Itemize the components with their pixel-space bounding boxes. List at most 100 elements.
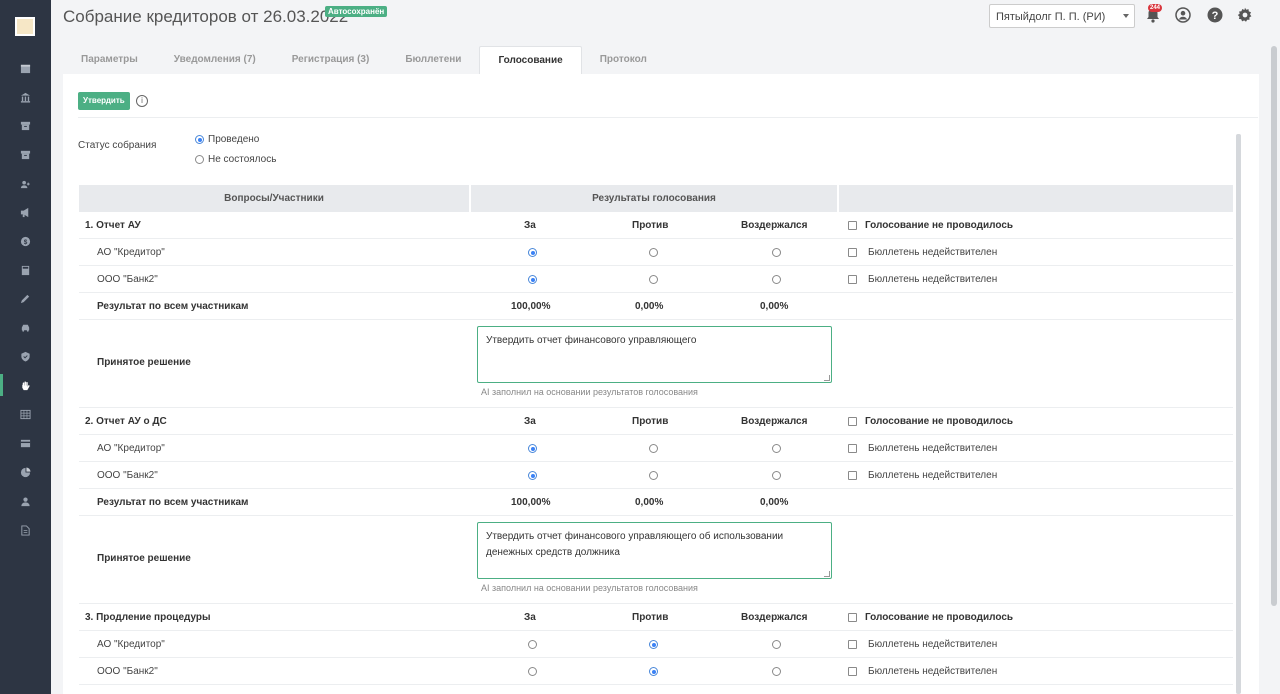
meeting-status-label: Статус собрания: [78, 140, 157, 151]
status-option-label: Проведено: [208, 134, 260, 145]
invalid-ballot-checkbox[interactable]: [848, 275, 857, 284]
vote-abstained-radio[interactable]: [772, 667, 781, 676]
voting-panel: Утвердить i Статус собрания Проведено Не…: [63, 74, 1259, 694]
user-select[interactable]: Пятыйдолг П. П. (РИ): [989, 4, 1135, 28]
vote-for-radio[interactable]: [528, 444, 537, 453]
header-questions: Вопросы/Участники: [79, 185, 469, 212]
total-against: 0,00%: [635, 497, 664, 508]
help-icon[interactable]: ?: [1207, 7, 1223, 23]
question-title: 2. Отчет АУ о ДС: [85, 416, 167, 427]
app-logo[interactable]: [15, 17, 35, 36]
document-icon[interactable]: [19, 524, 31, 536]
tab-4[interactable]: Голосование: [479, 46, 582, 75]
card-icon[interactable]: [19, 437, 31, 449]
car-icon[interactable]: [19, 321, 31, 333]
vote-header-for: За: [524, 220, 536, 231]
question-row: 1. Отчет АУ За Против Воздержался Голосовани…: [79, 212, 1233, 239]
approve-button[interactable]: Утвердить: [78, 92, 130, 110]
users-icon[interactable]: [19, 178, 31, 190]
user-icon[interactable]: [19, 495, 31, 507]
participant-name: ООО "Банк2": [97, 274, 158, 285]
vote-abstained-radio[interactable]: [772, 248, 781, 257]
not-held-label: Голосование не проводилось: [865, 416, 1014, 427]
decision-textarea[interactable]: Утвердить отчет финансового управляющего…: [477, 522, 832, 579]
archive-icon[interactable]: [19, 148, 31, 160]
participant-row: АО "Кредитор" Бюллетень недействителен: [79, 239, 1233, 266]
vote-header-for: За: [524, 416, 536, 427]
autosave-badge: Автосохранён: [325, 6, 388, 17]
vote-for-radio[interactable]: [528, 471, 537, 480]
invalid-ballot-label: Бюллетень недействителен: [868, 274, 998, 285]
vote-against-radio[interactable]: [649, 275, 658, 284]
invalid-ballot-label: Бюллетень недействителен: [868, 443, 998, 454]
invalid-ballot-checkbox[interactable]: [848, 640, 857, 649]
coin-icon[interactable]: $: [19, 235, 31, 247]
table-icon[interactable]: [19, 408, 31, 420]
radio-button[interactable]: [195, 155, 204, 164]
not-held-label: Голосование не проводилось: [865, 612, 1014, 623]
resize-handle[interactable]: [824, 571, 830, 577]
calculator-icon[interactable]: [19, 264, 31, 276]
participant-name: АО "Кредитор": [97, 639, 165, 650]
invalid-ballot-checkbox[interactable]: [848, 667, 857, 676]
vote-header-for: За: [524, 612, 536, 623]
decision-textarea[interactable]: Утвердить отчет финансового управляющего: [477, 326, 832, 383]
vote-against-radio[interactable]: [649, 667, 658, 676]
invalid-ballot-checkbox[interactable]: [848, 444, 857, 453]
total-against: 0,00%: [635, 301, 664, 312]
invalid-ballot-checkbox[interactable]: [848, 471, 857, 480]
radio-button[interactable]: [195, 135, 204, 144]
vote-against-radio[interactable]: [649, 471, 658, 480]
header-extra: [839, 185, 1233, 212]
info-icon[interactable]: i: [136, 95, 148, 107]
tab-0[interactable]: Параметры: [63, 46, 156, 75]
calendar-icon[interactable]: [19, 62, 31, 74]
not-held-checkbox[interactable]: [848, 221, 857, 230]
vote-header-abstained: Воздержался: [741, 220, 808, 231]
not-held-checkbox[interactable]: [848, 613, 857, 622]
megaphone-icon[interactable]: [19, 206, 31, 218]
tab-1[interactable]: Уведомления (7): [156, 46, 274, 75]
participant-row: АО "Кредитор" Бюллетень недействителен: [79, 435, 1233, 462]
decision-hint: AI заполнил на основании результатов гол…: [481, 583, 698, 593]
hand-icon[interactable]: [19, 379, 31, 391]
tab-5[interactable]: Протокол: [582, 46, 665, 75]
vote-for-radio[interactable]: [528, 667, 537, 676]
resize-handle[interactable]: [824, 375, 830, 381]
totals-label: Результат по всем участникам: [97, 301, 249, 312]
decision-row: Принятое решение Утвердить отчет финансов…: [79, 320, 1233, 408]
table-header: Вопросы/Участники Результаты голосования: [79, 185, 1233, 212]
vote-abstained-radio[interactable]: [772, 275, 781, 284]
table-scrollbar[interactable]: [1236, 134, 1241, 694]
vote-for-radio[interactable]: [528, 640, 537, 649]
pie-chart-icon[interactable]: [19, 466, 31, 478]
vote-abstained-radio[interactable]: [772, 640, 781, 649]
vote-for-radio[interactable]: [528, 248, 537, 257]
participant-name: АО "Кредитор": [97, 247, 165, 258]
invalid-ballot-checkbox[interactable]: [848, 248, 857, 257]
page-scrollbar[interactable]: [1271, 46, 1277, 606]
not-held-checkbox[interactable]: [848, 417, 857, 426]
shield-icon[interactable]: [19, 350, 31, 362]
bank-icon[interactable]: [19, 91, 31, 103]
status-option-held[interactable]: Проведено: [195, 134, 259, 145]
totals-row: Результат по всем участникам 100,00% 0,00%…: [79, 293, 1233, 320]
pen-icon[interactable]: [19, 292, 31, 304]
vote-abstained-radio[interactable]: [772, 471, 781, 480]
totals-row: Результат по всем участникам 100,00% 0,00%…: [79, 489, 1233, 516]
user-circle-icon[interactable]: [1175, 7, 1191, 23]
vote-against-radio[interactable]: [649, 444, 658, 453]
gear-icon[interactable]: [1237, 7, 1253, 23]
vote-abstained-radio[interactable]: [772, 444, 781, 453]
vote-for-radio[interactable]: [528, 275, 537, 284]
decision-hint: AI заполнил на основании результатов гол…: [481, 387, 698, 397]
status-option-not-held[interactable]: Не состоялось: [195, 154, 276, 165]
vote-header-against: Против: [632, 220, 669, 231]
tab-3[interactable]: Бюллетени: [387, 46, 479, 75]
chevron-down-icon: [1123, 14, 1129, 18]
tab-2[interactable]: Регистрация (3): [274, 46, 388, 75]
totals-label: Результат по всем участникам: [97, 497, 249, 508]
archive-icon[interactable]: [19, 119, 31, 131]
vote-against-radio[interactable]: [649, 640, 658, 649]
vote-against-radio[interactable]: [649, 248, 658, 257]
